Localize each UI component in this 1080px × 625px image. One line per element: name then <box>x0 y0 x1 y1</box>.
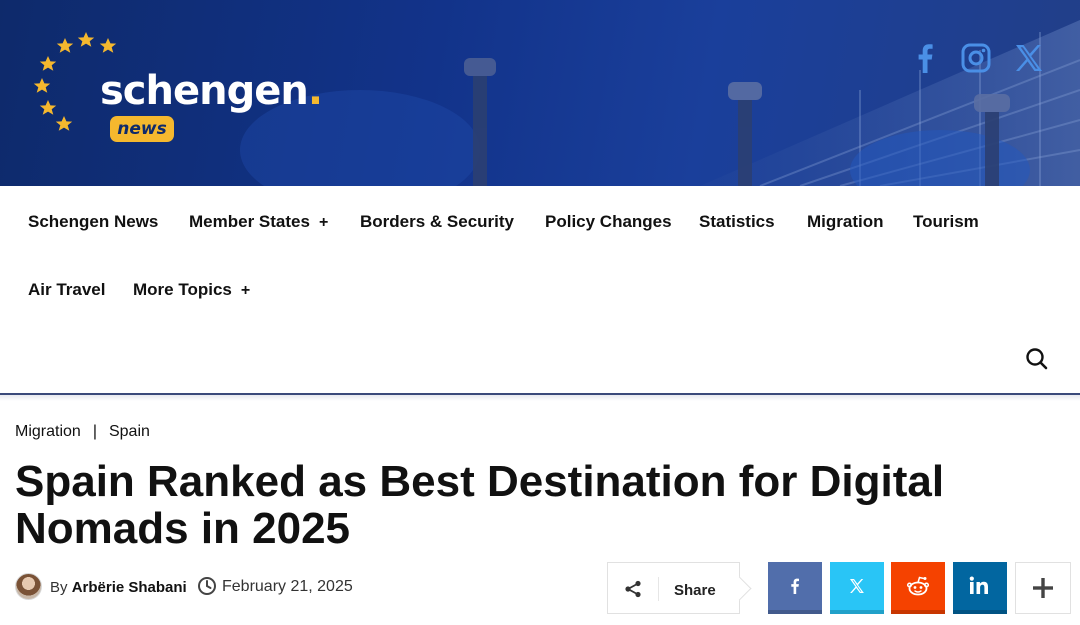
nav-item-more-topics[interactable]: More Topics + <box>133 280 250 300</box>
byline-prefix: By <box>50 579 68 596</box>
nav-item-label: More Topics <box>133 280 232 299</box>
nav-item-label: Schengen News <box>28 212 159 231</box>
expand-plus-icon: + <box>240 282 251 299</box>
nav-item-member-states[interactable]: Member States + <box>189 212 328 232</box>
header-banner: schengen. news <box>0 0 1080 186</box>
main-navigation: Schengen News Member States + Borders & S… <box>0 186 1080 394</box>
facebook-link[interactable] <box>907 40 943 76</box>
share-reddit-button[interactable] <box>891 562 945 614</box>
author-name[interactable]: Arbërie Shabani <box>72 579 187 596</box>
logo-wordmark: schengen. <box>100 68 323 114</box>
expand-plus-icon: + <box>318 214 329 231</box>
plus-icon <box>1033 578 1053 598</box>
share-more-button[interactable] <box>1015 562 1071 614</box>
logo-news-badge: news <box>110 116 174 142</box>
article-byline: By Arbërie Shabani February 21, 2025 <box>15 572 375 602</box>
nav-item-statistics[interactable]: Statistics <box>699 212 775 232</box>
search-button[interactable] <box>1024 346 1050 372</box>
nav-item-label: Member States <box>189 212 310 231</box>
share-x-button[interactable] <box>830 562 884 614</box>
linkedin-icon <box>969 576 988 594</box>
nav-item-policy-changes[interactable]: Policy Changes <box>545 212 672 232</box>
share-icon <box>625 580 641 598</box>
share-facebook-button[interactable] <box>768 562 822 614</box>
nav-item-migration[interactable]: Migration <box>807 212 884 232</box>
share-toggle[interactable]: Share <box>607 562 740 614</box>
x-link[interactable] <box>1010 40 1046 76</box>
nav-item-label: Policy Changes <box>545 212 672 231</box>
publish-date: February 21, 2025 <box>222 578 353 595</box>
breadcrumb: Migration | Spain <box>15 423 150 441</box>
nav-item-borders-security[interactable]: Borders & Security <box>360 212 514 232</box>
share-linkedin-button[interactable] <box>953 562 1007 614</box>
facebook-icon <box>791 578 799 594</box>
breadcrumb-spain[interactable]: Spain <box>109 423 150 440</box>
nav-item-label: Migration <box>807 212 884 231</box>
facebook-icon <box>918 44 933 73</box>
nav-item-label: Air Travel <box>28 280 106 299</box>
share-divider <box>658 577 659 601</box>
nav-item-tourism[interactable]: Tourism <box>913 212 979 232</box>
nav-divider-shadow <box>0 395 1080 401</box>
author-line: By Arbërie Shabani <box>50 579 187 596</box>
author-avatar[interactable] <box>15 573 42 600</box>
breadcrumb-migration[interactable]: Migration <box>15 423 81 440</box>
breadcrumb-separator: | <box>92 423 97 440</box>
nav-item-schengen-news[interactable]: Schengen News <box>28 212 158 232</box>
x-icon <box>1016 45 1042 71</box>
clock-icon <box>198 577 216 595</box>
nav-item-label: Tourism <box>913 212 979 231</box>
instagram-link[interactable] <box>958 40 994 76</box>
x-icon <box>850 579 864 593</box>
nav-item-air-travel[interactable]: Air Travel <box>28 280 106 300</box>
reddit-icon <box>906 576 930 596</box>
instagram-icon <box>961 43 991 73</box>
nav-item-label: Borders & Security <box>360 212 514 231</box>
article-title: Spain Ranked as Best Destination for Dig… <box>15 457 945 553</box>
search-icon <box>1026 348 1048 370</box>
site-logo[interactable]: schengen. news <box>30 30 323 150</box>
share-label: Share <box>674 582 716 599</box>
nav-item-label: Statistics <box>699 212 775 231</box>
